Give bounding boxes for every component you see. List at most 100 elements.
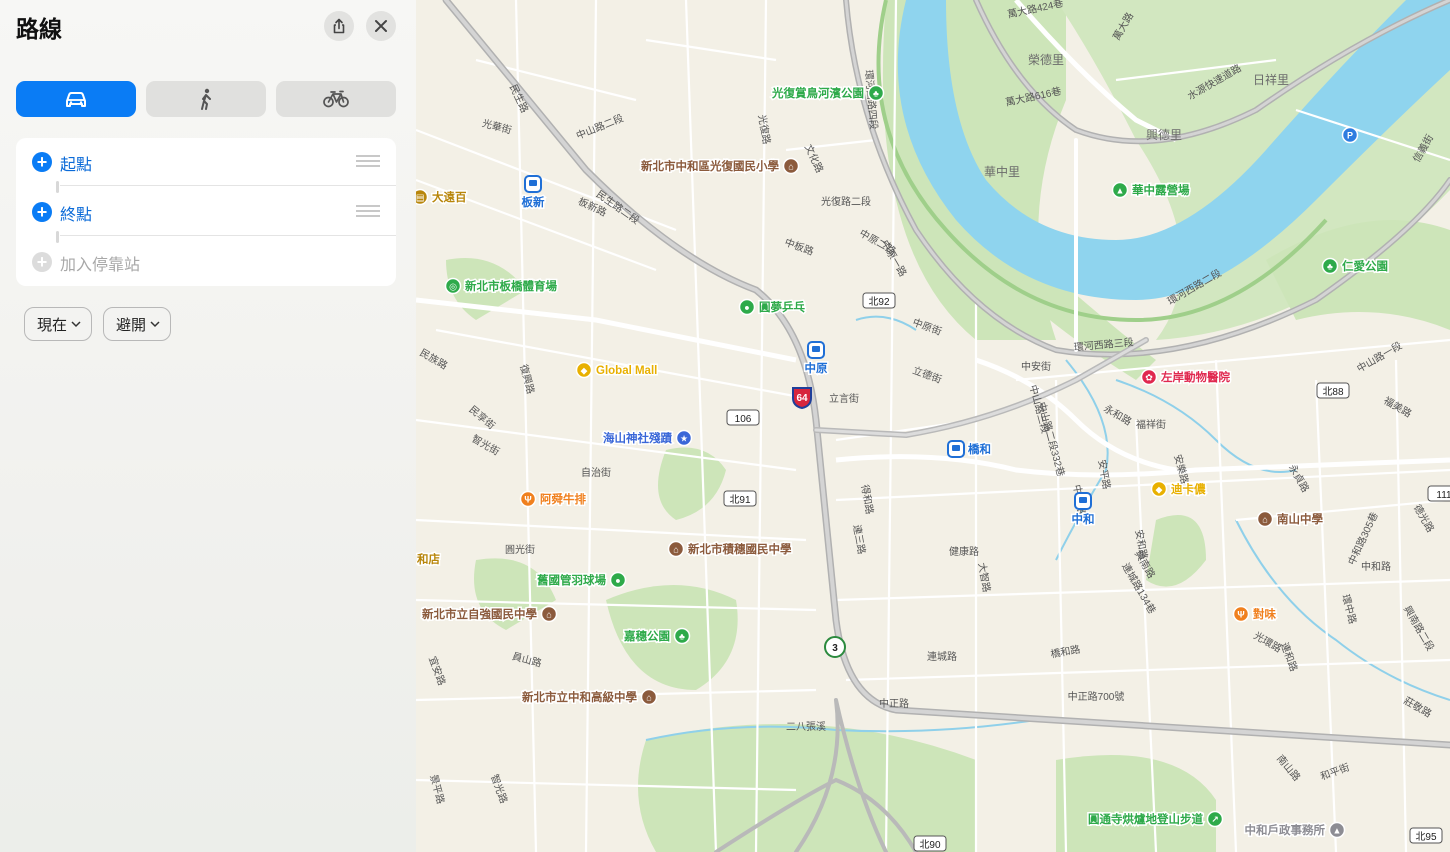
poi-shop[interactable]: ◆ Global Mall <box>575 361 659 379</box>
street-label: 中和路305巷 <box>1345 510 1381 567</box>
street-label: 復興路 <box>517 363 537 395</box>
poi-store[interactable]: ▤遠東SOGO中和店 <box>416 551 442 568</box>
poi-label: Global Mall <box>596 365 657 377</box>
poi-sports[interactable]: ● 圓夢乒乓 <box>738 299 807 316</box>
poi-label: 海山神社殘蹟 <box>603 431 672 445</box>
departure-time-label: 現在 <box>37 316 68 334</box>
poi-restaurant[interactable]: Ψ 對味 <box>1232 606 1278 623</box>
street-label: 二八張溪 <box>786 721 826 733</box>
poi-label: 圓夢乒乓 <box>759 300 805 314</box>
poi-sports[interactable]: ● 舊國管羽球場 <box>536 572 627 589</box>
poi-label: 迪卡儂 <box>1171 482 1206 496</box>
poi-label: 大遠百 <box>432 190 467 204</box>
road-shield: 北90 <box>913 835 947 852</box>
departure-time-dropdown[interactable]: 現在 <box>24 307 93 341</box>
poi-transit[interactable]: 板新 <box>520 175 546 211</box>
road-shield: 111 <box>1427 485 1450 502</box>
share-button[interactable] <box>324 11 354 41</box>
poi-label: 新北市立中和高級中學 <box>522 690 637 704</box>
end-point-row[interactable]: + 終點 <box>16 188 396 236</box>
poi-landmark[interactable]: ★ 海山神社殘蹟 <box>602 430 693 447</box>
street-label: 橋和路 <box>1049 643 1081 661</box>
end-point-field[interactable]: 終點 <box>60 201 92 225</box>
street-label: 智光街 <box>470 432 502 458</box>
street-label: 圓光街 <box>505 543 535 556</box>
reorder-handle-icon[interactable] <box>356 155 380 169</box>
poi-park[interactable]: ♣ 仁愛公園 <box>1321 258 1390 275</box>
street-label: 中板路 <box>783 235 816 257</box>
shield-label: 北88 <box>1322 386 1344 398</box>
street-label: 中和路 <box>1361 560 1391 573</box>
poi-parking[interactable]: P <box>1341 126 1359 144</box>
mode-walk-button[interactable] <box>146 81 266 117</box>
road-shield: 北92 <box>862 292 896 309</box>
close-button[interactable] <box>366 11 396 41</box>
svg-text:●: ● <box>744 303 749 313</box>
map-view[interactable]: 民生路 中山路二段 板新路 民生路二段 中板路 光復路二段 文化路 光華街 中原街 立德街 環河西路… <box>416 0 1450 852</box>
poi-shop[interactable]: ◆ 迪卡儂 <box>1150 481 1207 498</box>
mode-drive-button[interactable] <box>16 81 136 117</box>
svg-text:⌂: ⌂ <box>546 610 551 620</box>
poi-label: 新北市立自強國民中學 <box>422 607 537 621</box>
poi-store[interactable]: ▤ 大遠百 <box>416 189 468 206</box>
shield-label: 64 <box>796 393 808 404</box>
car-icon <box>66 92 86 107</box>
road-shield: 北88 <box>1316 382 1350 399</box>
poi-school[interactable]: ⌂ 新北市積穗國民中學 <box>667 541 793 558</box>
shield-label: 3 <box>832 643 838 654</box>
street-label: 自治街 <box>581 466 611 479</box>
poi-label: 新北市中和區光復國民小學 <box>641 159 779 173</box>
street-label: 得和路 <box>858 483 876 515</box>
poi-label: 新北市積穗國民中學 <box>688 542 792 556</box>
avoid-dropdown[interactable]: 避開 <box>103 307 172 341</box>
map-canvas[interactable]: 民生路中山路二段板新路民生路二段中板路光復路二段文化路光華街中原街立德街環河西路… <box>416 0 1450 852</box>
street-label: 德光路 <box>1411 502 1437 534</box>
shield-label: 北90 <box>919 839 941 851</box>
poi-label: 遠東SOGO中和店 <box>416 552 441 566</box>
poi-vet[interactable]: ✿ 左岸動物醫院 <box>1140 369 1232 386</box>
street-label: 中正路 <box>879 697 909 710</box>
road-shield: 北91 <box>723 490 757 507</box>
street-label: 文化路 <box>802 142 826 175</box>
poi-label: 光復賞鳥河濱公園 <box>771 86 864 100</box>
add-end-icon: + <box>32 202 52 222</box>
poi-label: 舊國管羽球場 <box>537 573 606 587</box>
street-label: 中原街 <box>911 315 944 337</box>
street-label: 大智路 <box>975 561 993 593</box>
reorder-handle-icon[interactable] <box>356 205 380 219</box>
poi-label: 仁愛公園 <box>1342 259 1388 273</box>
street-label: 南山路 <box>1274 752 1303 783</box>
add-stop-row[interactable]: + 加入停靠站 <box>16 238 396 286</box>
poi-school[interactable]: ⌂ 新北市立自強國民中學 <box>421 606 558 623</box>
poi-office[interactable]: ▲ 中和戶政事務所 <box>1243 822 1346 839</box>
svg-text:●: ● <box>615 576 620 586</box>
poi-label: 板新 <box>522 195 545 209</box>
poi-camp[interactable]: ▲ 華中露營場 <box>1111 182 1191 199</box>
poi-school[interactable]: ⌂ 新北市立中和高級中學 <box>521 689 658 706</box>
street-label: 連和路 <box>1278 640 1300 673</box>
start-point-field[interactable]: 起點 <box>60 151 92 175</box>
poi-label: 中和 <box>1072 512 1095 526</box>
street-label: 中正路700號 <box>1068 690 1125 703</box>
shield-label: 北91 <box>729 494 751 506</box>
mode-bike-button[interactable] <box>276 81 396 117</box>
poi-school[interactable]: ⌂ 新北市中和區光復國民小學 <box>640 158 800 175</box>
shield-label: 106 <box>735 414 752 425</box>
street-label: 宜安路 <box>426 654 448 687</box>
poi-transit[interactable]: 橋和 <box>947 440 993 458</box>
svg-text:◎: ◎ <box>449 282 457 292</box>
svg-text:★: ★ <box>680 434 688 444</box>
street-label: 立言街 <box>829 392 859 405</box>
poi-school[interactable]: ⌂ 南山中學 <box>1256 511 1325 528</box>
svg-text:P: P <box>1347 131 1353 141</box>
poi-transit[interactable]: 中原 <box>803 341 829 377</box>
street-label: 光復路二段 <box>821 195 871 208</box>
svg-text:⌂: ⌂ <box>1262 515 1267 525</box>
add-stop-label[interactable]: 加入停靠站 <box>60 251 140 275</box>
poi-park[interactable]: ♣ 嘉穗公園 <box>622 628 691 645</box>
street-label: 連三路 <box>850 523 868 555</box>
street-label: 健康路 <box>949 545 979 558</box>
poi-trail[interactable]: ↗ 圓通寺烘爐地登山步道 <box>1087 811 1224 828</box>
start-point-row[interactable]: + 起點 <box>16 138 396 186</box>
poi-restaurant[interactable]: Ψ 阿舜牛排 <box>519 491 588 508</box>
